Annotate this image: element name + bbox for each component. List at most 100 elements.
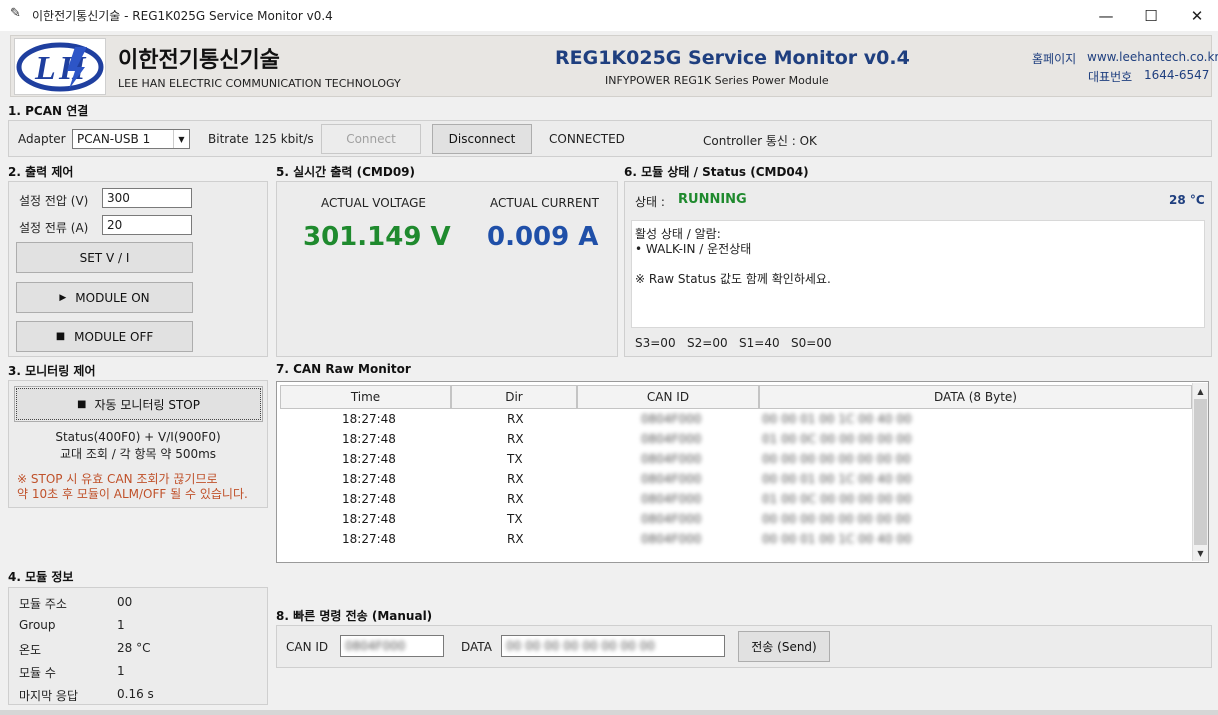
cell-dir: RX (507, 412, 524, 426)
cell-time: 18:27:48 (342, 472, 396, 486)
phone-label: 대표번호 (1088, 70, 1133, 84)
raw-status-values: S3=00 S2=00 S1=40 S0=00 (635, 336, 832, 350)
manual-data-input[interactable]: 00 00 00 00 00 00 00 00 (501, 635, 725, 657)
module-info-label: Group (19, 618, 56, 632)
monitoring-warning-line2: 약 10초 후 모듈이 ALM/OFF 될 수 있습니다. (17, 487, 248, 501)
scroll-down-arrow-icon[interactable]: ▼ (1194, 546, 1207, 560)
state-label: 상태 : (635, 195, 665, 209)
can-monitor-rows: 18:27:48 RX 0804F000 00 00 01 00 1C 00 40 0… (280, 410, 1192, 560)
manual-can-id-label: CAN ID (286, 640, 329, 654)
set-vi-button[interactable]: SET V / I (16, 242, 193, 273)
can-monitor-table[interactable]: Time Dir CAN ID DATA (8 Byte) 18:27:48 RX… (276, 381, 1209, 563)
table-row[interactable]: 18:27:48 RX 0804F000 00 00 01 00 1C 00 40 0… (280, 530, 1192, 550)
voltage-setpoint-input[interactable]: 300 (102, 188, 192, 208)
app-title: REG1K025G Service Monitor v0.4 (555, 47, 910, 69)
connect-button[interactable]: Connect (321, 124, 421, 154)
status-section-title: 6. 모듈 상태 / Status (CMD04) (624, 165, 809, 179)
actual-current-label: ACTUAL CURRENT (490, 196, 599, 210)
stop-square-icon: ■ (55, 331, 66, 342)
cell-data: 00 00 00 00 00 00 00 00 (762, 452, 911, 466)
cell-time: 18:27:48 (342, 412, 396, 426)
active-alarm-textbox[interactable]: 활성 상태 / 알람: • WALK-IN / 운전상태 ※ Raw Statu… (631, 220, 1205, 328)
bottom-border (0, 710, 1218, 715)
cell-dir: TX (507, 452, 523, 466)
manual-can-id-value: 0804F000 (345, 639, 406, 653)
module-on-button[interactable]: ▶ MODULE ON (16, 282, 193, 313)
can-monitor-section-title: 7. CAN Raw Monitor (276, 362, 411, 376)
table-row[interactable]: 18:27:48 TX 0804F000 00 00 00 00 00 00 00 0… (280, 510, 1192, 530)
cell-can-id: 0804F000 (641, 412, 702, 426)
current-setpoint-label: 설정 전류 (A) (19, 221, 89, 235)
cell-data: 00 00 01 00 1C 00 40 00 (762, 412, 912, 426)
bitrate-label: Bitrate (208, 132, 249, 146)
manual-data-label: DATA (461, 640, 492, 654)
maximize-button[interactable]: ☐ (1128, 0, 1174, 31)
cell-can-id: 0804F000 (641, 432, 702, 446)
send-button[interactable]: 전송 (Send) (738, 631, 830, 662)
module-info-rows: 모듈 주소 00 Group 1 온도 28 °C 모듈 수 1 마지막 응답 0.16 s (9, 588, 267, 704)
can-monitor-viewport: Time Dir CAN ID DATA (8 Byte) 18:27:48 RX… (280, 385, 1192, 561)
vertical-scrollbar[interactable]: ▲ ▼ (1192, 383, 1208, 561)
module-info-value: 1 (117, 664, 125, 678)
scrollbar-thumb[interactable] (1194, 399, 1207, 545)
module-info-value: 1 (117, 618, 125, 632)
cell-dir: RX (507, 432, 524, 446)
phone-number: 1644-6547 (1144, 68, 1210, 82)
output-control-panel: 설정 전압 (V) 300 설정 전류 (A) 20 SET V / I ▶ M… (8, 181, 268, 357)
current-setpoint-input[interactable]: 20 (102, 215, 192, 235)
table-row[interactable]: 18:27:48 TX 0804F000 00 00 00 00 00 00 00 0… (280, 450, 1192, 470)
close-button[interactable]: ✕ (1174, 0, 1218, 31)
module-off-button[interactable]: ■ MODULE OFF (16, 321, 193, 352)
cell-dir: RX (507, 532, 524, 546)
module-info-value: 0.16 s (117, 687, 154, 701)
minimize-button[interactable]: — (1083, 0, 1129, 31)
manual-data-value: 00 00 00 00 00 00 00 00 (506, 639, 655, 653)
column-header-data[interactable]: DATA (8 Byte) (759, 385, 1192, 409)
actual-voltage-value: 301.149 V (303, 222, 451, 252)
module-info-label: 온도 (19, 643, 42, 657)
bitrate-value: 125 kbit/s (254, 132, 314, 146)
scroll-up-arrow-icon[interactable]: ▲ (1194, 384, 1207, 398)
controller-status: Controller 통신 : OK (703, 134, 817, 148)
homepage-url: www.leehantech.co.kr (1087, 50, 1218, 64)
raw-status-note: ※ Raw Status 값도 함께 확인하세요. (635, 272, 831, 286)
cell-time: 18:27:48 (342, 532, 396, 546)
table-row[interactable]: 18:27:48 RX 0804F000 00 00 01 00 1C 00 40 0… (280, 410, 1192, 430)
cell-can-id: 0804F000 (641, 512, 702, 526)
adapter-select[interactable]: PCAN-USB 1 ▼ (72, 129, 190, 149)
cell-time: 18:27:48 (342, 512, 396, 526)
homepage-label: 홈페이지 (1032, 52, 1077, 66)
column-header-dir[interactable]: Dir (451, 385, 577, 409)
app-feather-icon: ✎ (10, 6, 21, 21)
state-value: RUNNING (678, 192, 747, 207)
table-row[interactable]: 18:27:48 RX 0804F000 00 00 01 00 1C 00 40 0… (280, 470, 1192, 490)
window-title: 이한전기통신기술 - REG1K025G Service Monitor v0.… (32, 9, 333, 23)
column-header-can-id[interactable]: CAN ID (577, 385, 759, 409)
module-info-panel: 모듈 주소 00 Group 1 온도 28 °C 모듈 수 1 마지막 응답 0.16 s (8, 587, 268, 705)
cell-can-id: 0804F000 (641, 492, 702, 506)
temperature-readout: 28 °C (1169, 193, 1205, 207)
column-header-time[interactable]: Time (280, 385, 451, 409)
disconnect-button[interactable]: Disconnect (432, 124, 532, 154)
module-off-label: MODULE OFF (74, 329, 154, 344)
cell-data: 01 00 0C 00 00 00 00 00 (762, 492, 912, 506)
company-name-english: LEE HAN ELECTRIC COMMUNICATION TECHNOLOG… (118, 77, 401, 90)
monitoring-stop-label: 자동 모니터링 STOP (94, 397, 200, 412)
table-row[interactable]: 18:27:48 RX 0804F000 01 00 0C 00 00 00 00 0… (280, 490, 1192, 510)
stop-square-icon: ■ (77, 398, 87, 410)
cell-can-id: 0804F000 (641, 532, 702, 546)
adapter-label: Adapter (18, 132, 66, 146)
module-info-label: 모듈 주소 (19, 597, 67, 611)
company-logo-icon: L H (14, 38, 106, 95)
module-info-value: 00 (117, 595, 133, 609)
cell-time: 18:27:48 (342, 452, 396, 466)
company-name-korean: 이한전기통신기술 (118, 48, 280, 73)
monitoring-info-line1: Status(400F0) + V/I(900F0) (55, 430, 221, 444)
monitoring-info-line2: 교대 조회 / 각 항목 약 500ms (59, 447, 217, 461)
manual-can-id-input[interactable]: 0804F000 (340, 635, 444, 657)
module-on-label: MODULE ON (75, 290, 150, 305)
monitoring-stop-button[interactable]: ■ 자동 모니터링 STOP (14, 386, 263, 422)
voltage-setpoint-label: 설정 전압 (V) (19, 194, 89, 208)
table-row[interactable]: 18:27:48 RX 0804F000 01 00 0C 00 00 00 00 0… (280, 430, 1192, 450)
cell-dir: TX (507, 512, 523, 526)
